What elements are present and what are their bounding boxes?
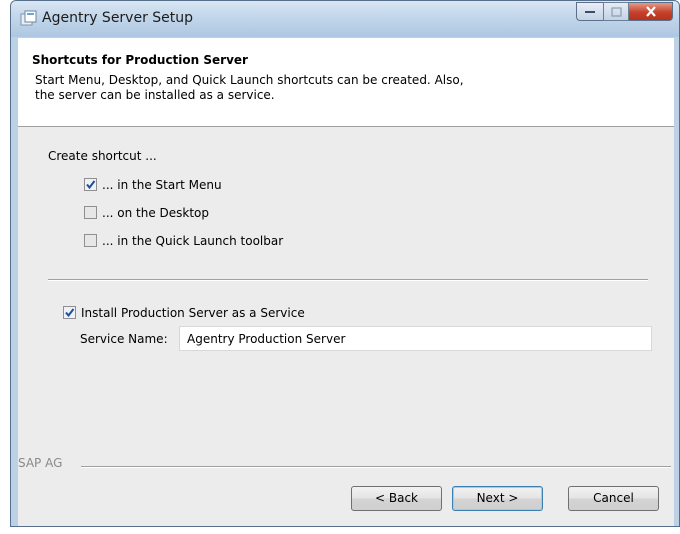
back-button[interactable]: < Back: [351, 486, 442, 511]
page-title: Shortcuts for Production Server: [32, 53, 248, 67]
page-description: Start Menu, Desktop, and Quick Launch sh…: [35, 73, 464, 102]
start-menu-label: ... in the Start Menu: [102, 178, 222, 192]
title-bar[interactable]: Agentry Server Setup: [11, 1, 679, 37]
desktop-label: ... on the Desktop: [102, 206, 210, 220]
install-service-label: Install Production Server as a Service: [81, 306, 305, 320]
maximize-button[interactable]: [603, 2, 629, 21]
window-title: Agentry Server Setup: [42, 10, 194, 26]
section-divider-highlight: [48, 280, 648, 281]
maximize-icon: [610, 6, 622, 17]
minimize-button[interactable]: [576, 2, 603, 21]
vendor-label: SAP AG: [18, 456, 63, 470]
footer-divider-highlight: [81, 467, 671, 468]
create-shortcut-label: Create shortcut ...: [48, 149, 157, 163]
install-service-checkbox[interactable]: [63, 306, 76, 319]
service-name-label: Service Name:: [80, 332, 168, 346]
close-icon: [645, 6, 656, 17]
start-menu-checkbox[interactable]: [84, 178, 97, 191]
desktop-checkbox[interactable]: [84, 206, 97, 219]
quick-launch-checkbox[interactable]: [84, 234, 97, 247]
setup-app-icon: [20, 10, 37, 26]
window-controls: [576, 2, 673, 22]
next-button[interactable]: Next >: [452, 486, 543, 511]
cancel-button[interactable]: Cancel: [568, 486, 659, 511]
setup-window: Agentry Server Setup Shortcuts for Produ…: [10, 0, 680, 527]
minimize-icon: [584, 11, 595, 13]
dialog-body: Shortcuts for Production Server Start Me…: [18, 38, 674, 526]
service-name-input[interactable]: Agentry Production Server: [179, 326, 652, 351]
close-button[interactable]: [629, 2, 673, 21]
quick-launch-label: ... in the Quick Launch toolbar: [102, 234, 284, 248]
dialog-header: Shortcuts for Production Server Start Me…: [18, 38, 674, 127]
